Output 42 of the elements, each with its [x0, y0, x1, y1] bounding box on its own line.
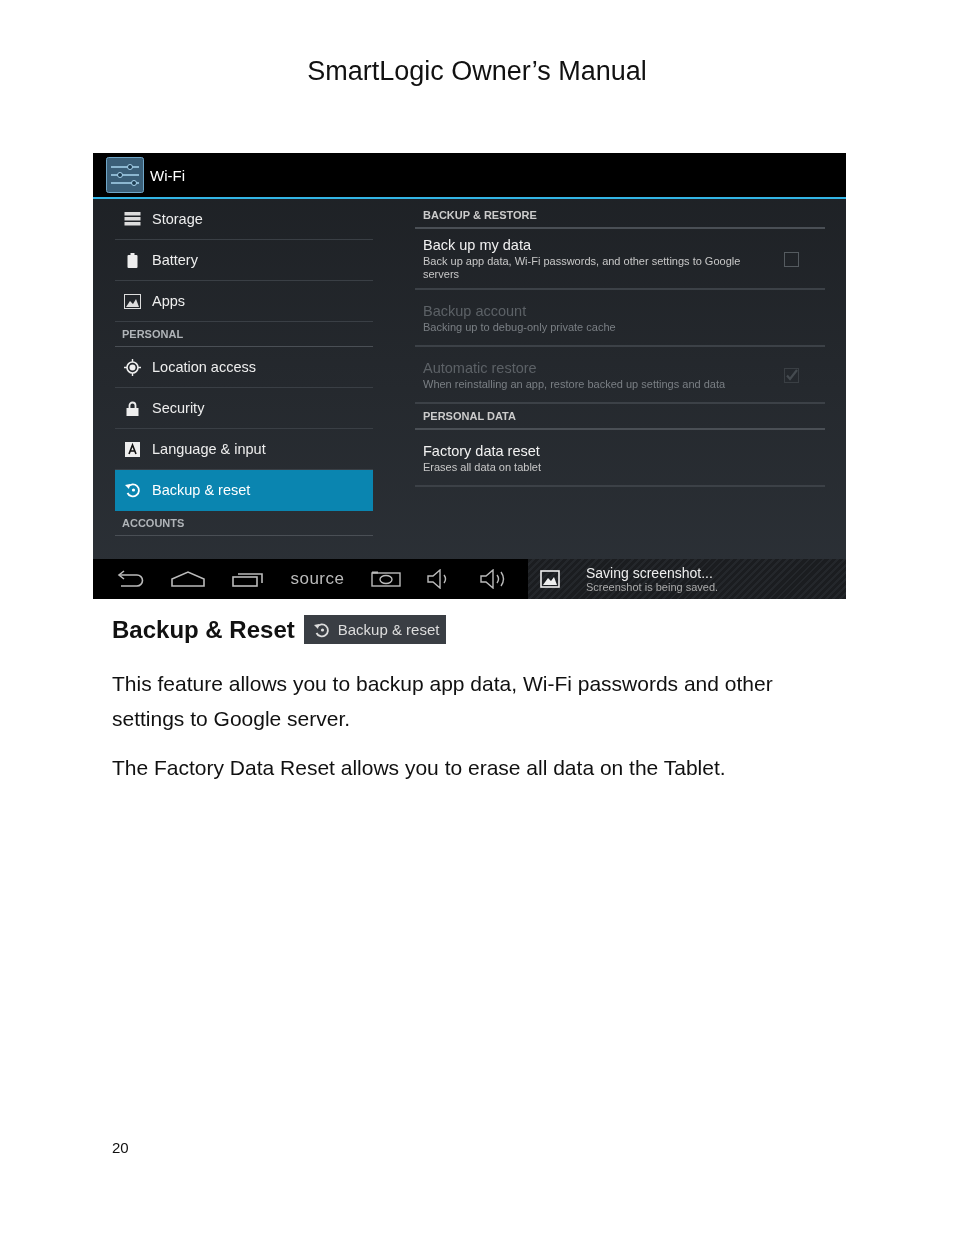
- preference-title[interactable]: Factory data reset: [423, 442, 759, 459]
- preference-title: Automatic restore: [423, 359, 538, 376]
- keyboard-letter-icon: [124, 441, 141, 457]
- restore-icon: [124, 482, 141, 498]
- preference-summary: Back up app data, Wi-Fi passwords, and other settings to Google servers: [423, 255, 742, 281]
- notification-title: Saving screenshot...: [586, 565, 714, 581]
- settings-menu-item[interactable]: Apps: [115, 281, 373, 322]
- section-header: BACKUP & RESTORE: [415, 203, 825, 229]
- image-icon: [540, 570, 560, 588]
- location-icon: [124, 358, 141, 376]
- preference-summary: Erases all data on tablet: [423, 460, 543, 474]
- page-number: 20: [112, 1139, 130, 1156]
- section-heading: Backup & Reset: [112, 615, 295, 644]
- notification-panel[interactable]: Saving screenshot... Screenshot is being saved.: [528, 559, 846, 599]
- restore-icon: [312, 621, 330, 638]
- settings-menu-item[interactable]: Location access: [115, 347, 373, 388]
- home-icon[interactable]: [171, 571, 206, 587]
- page-title: SmartLogic Owner’s Manual: [307, 56, 647, 88]
- settings-menu-item[interactable]: Battery: [115, 240, 373, 281]
- preference-summary: When reinstalling an app, restore backed up settings and data: [423, 377, 727, 391]
- preference-title: Backup account: [423, 302, 528, 319]
- image-icon: [124, 293, 141, 309]
- preference-title[interactable]: Back up my data: [423, 237, 744, 253]
- body-paragraph: This feature allows you to backup app data, Wi-Fi passwords and other settings to Google server.: [112, 671, 774, 732]
- section-header: PERSONAL DATA: [415, 404, 825, 430]
- checkbox[interactable]: [784, 251, 799, 267]
- settings-menu-item[interactable]: Storage: [115, 199, 373, 240]
- recent-apps-icon[interactable]: [231, 571, 264, 587]
- body-paragraph: The Factory Data Reset allows you to erase all data on the Tablet.: [112, 755, 727, 781]
- settings-menu-item[interactable]: Backup & reset: [115, 470, 373, 511]
- badge-label: Backup & reset: [337, 621, 440, 638]
- camera-icon[interactable]: [370, 571, 401, 587]
- notification-text: Screenshot is being saved.: [586, 581, 719, 593]
- source-label[interactable]: source: [290, 569, 345, 589]
- settings-sliders-icon[interactable]: [106, 157, 144, 193]
- category-header: ACCOUNTS: [115, 511, 373, 536]
- storage-icon: [124, 212, 141, 226]
- category-header: PERSONAL: [115, 322, 373, 347]
- lock-icon: [124, 400, 141, 416]
- settings-menu-item[interactable]: Security: [115, 388, 373, 429]
- action-bar-title: Wi-Fi: [150, 166, 185, 184]
- preference-summary: Backing up to debug-only private cache: [423, 320, 617, 334]
